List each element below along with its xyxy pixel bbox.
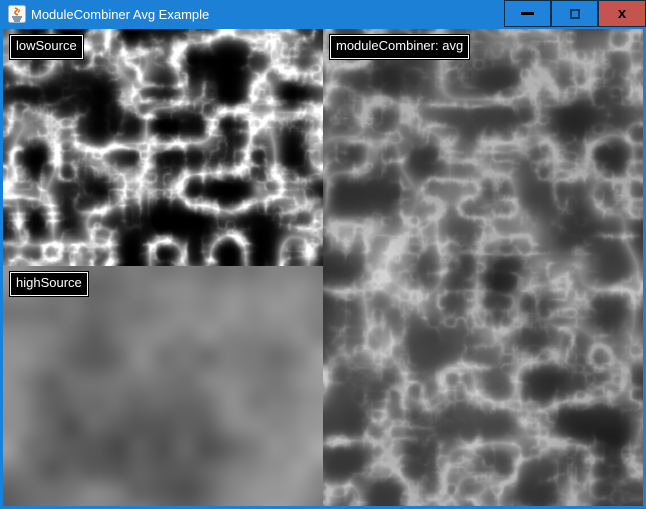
- low-source-canvas: [3, 29, 323, 266]
- minimize-button[interactable]: [504, 0, 551, 27]
- maximize-icon: [570, 9, 580, 19]
- java-coffee-icon: [8, 5, 26, 23]
- window-controls: x: [504, 0, 646, 27]
- panel-module-combiner-avg: moduleCombiner: avg: [323, 29, 643, 506]
- close-button[interactable]: x: [598, 0, 646, 27]
- panel-high-source: highSource: [3, 266, 323, 506]
- app-window: ModuleCombiner Avg Example x lowSource h…: [0, 0, 646, 509]
- close-icon: x: [618, 6, 626, 21]
- window-title: ModuleCombiner Avg Example: [31, 0, 209, 29]
- render-area: lowSource highSource moduleCombiner: avg: [0, 29, 646, 509]
- maximize-button[interactable]: [551, 0, 598, 27]
- title-bar[interactable]: ModuleCombiner Avg Example x: [0, 0, 646, 29]
- module-combiner-avg-canvas: [323, 29, 643, 506]
- panel-low-source: lowSource: [3, 29, 323, 266]
- low-source-label: lowSource: [10, 35, 83, 59]
- high-source-label: highSource: [10, 272, 88, 296]
- minimize-icon: [521, 12, 534, 15]
- high-source-canvas: [3, 266, 323, 506]
- module-combiner-avg-label: moduleCombiner: avg: [330, 35, 469, 59]
